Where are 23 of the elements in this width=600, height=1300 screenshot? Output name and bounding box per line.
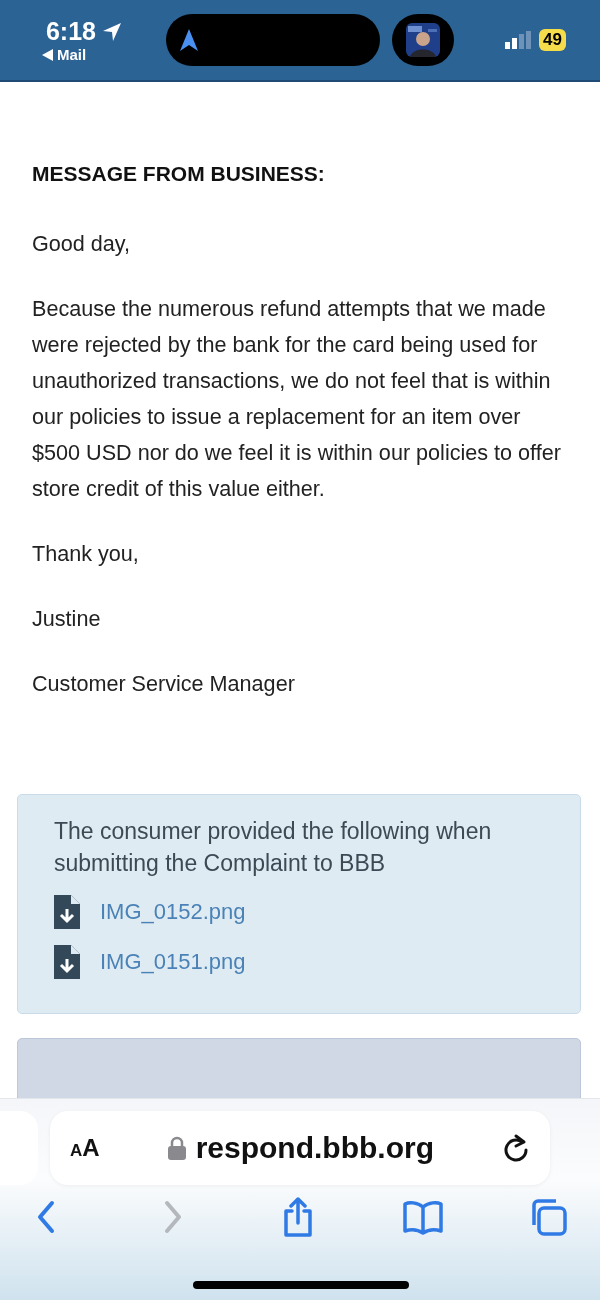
message-heading: MESSAGE FROM BUSINESS: bbox=[32, 162, 326, 186]
location-icon bbox=[102, 21, 122, 42]
file-download-icon[interactable] bbox=[54, 895, 80, 929]
file-link[interactable]: IMG_0152.png bbox=[100, 899, 246, 925]
message-paragraph: Customer Service Manager bbox=[32, 670, 296, 698]
navigation-arrow-icon bbox=[180, 29, 198, 51]
file-link[interactable]: IMG_0151.png bbox=[100, 949, 246, 975]
text-size-button[interactable]: AA bbox=[70, 1134, 100, 1162]
lock-icon bbox=[167, 1136, 186, 1160]
message-paragraph: Good day, bbox=[32, 230, 132, 258]
attachments-title: The consumer provided the following when submitting the Complaint to BBB bbox=[54, 817, 493, 878]
message-paragraph: Because the numerous refund attempts that we made were rejected by the bank for the card being used for unauthorized transactions, we do not feel that is within our policies to issue a replacement for an item over $500 USD nor do we feel it is within our policies to offer store credit of this value either. bbox=[32, 295, 562, 503]
reload-icon[interactable] bbox=[502, 1133, 530, 1163]
signal-icon bbox=[505, 31, 532, 49]
file-download-icon[interactable] bbox=[54, 945, 80, 979]
time: 6:18 bbox=[45, 17, 96, 46]
address-bar[interactable]: AA respond.bbb.org bbox=[50, 1111, 550, 1185]
battery-indicator: 49 bbox=[539, 29, 566, 51]
back-icon[interactable] bbox=[41, 48, 53, 61]
back-to-app-link[interactable]: Mail bbox=[56, 46, 87, 63]
message-paragraph: Thank you, bbox=[32, 540, 140, 568]
message-paragraph: Justine bbox=[32, 605, 102, 633]
url-text: respond.bbb.org bbox=[195, 1131, 434, 1165]
